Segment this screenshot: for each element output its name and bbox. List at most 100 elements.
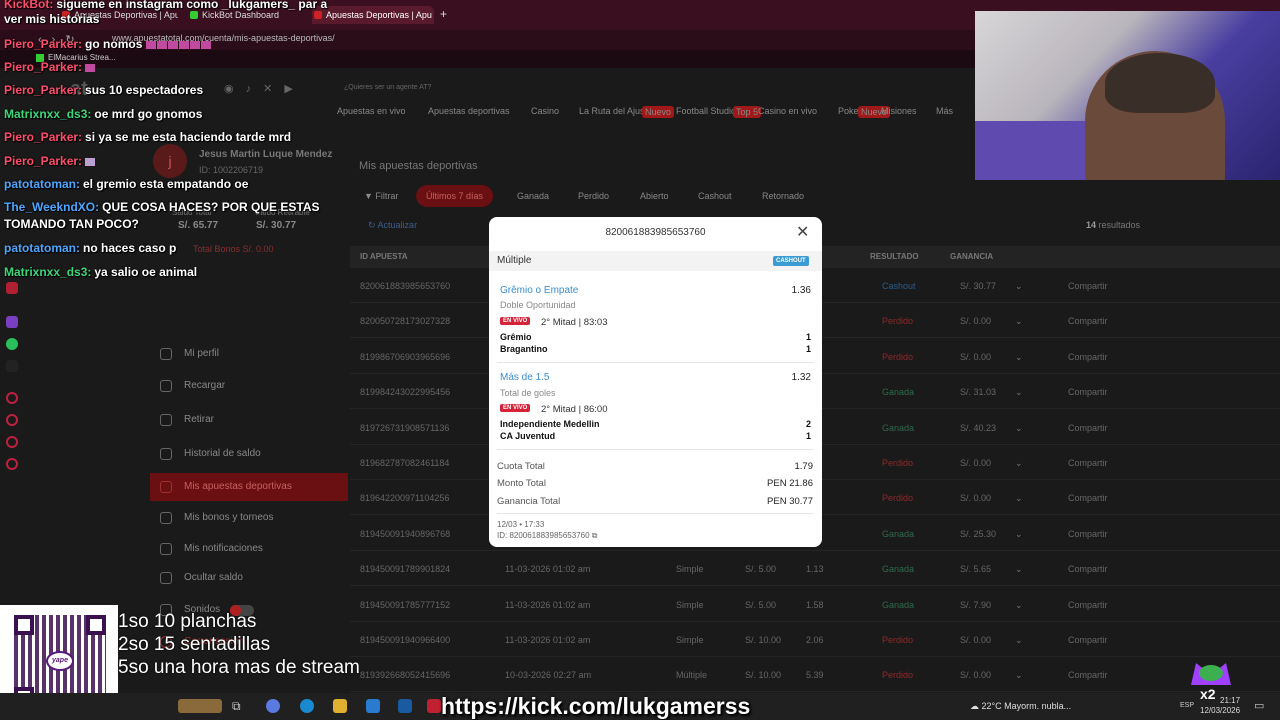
share-button[interactable]: Compartir — [1068, 600, 1108, 610]
filter-returned[interactable]: Retornado — [752, 185, 814, 207]
chat-icon[interactable] — [6, 436, 18, 448]
filter-won[interactable]: Ganada — [507, 185, 559, 207]
ticket-icon — [160, 481, 172, 493]
twitch-icon[interactable] — [6, 316, 18, 328]
chat-message: Piero_Parker: — [4, 60, 96, 74]
live-time: 2° Mitad | 86:00 — [541, 404, 608, 415]
table-row[interactable]: 819392668052415696 10-03-2026 02:27 am Múl… — [350, 657, 1280, 693]
chat-message: Piero_Parker: — [4, 154, 96, 168]
bet-amount: S/. 5.00 — [745, 564, 777, 575]
share-button[interactable]: Compartir — [1068, 387, 1108, 397]
chevron-down-icon[interactable]: ⌄ — [1015, 316, 1023, 327]
file-explorer-icon[interactable] — [333, 699, 347, 713]
share-button[interactable]: Compartir — [1068, 458, 1108, 468]
chevron-down-icon[interactable]: ⌄ — [1015, 529, 1023, 540]
bet-type: Múltiple — [497, 255, 532, 266]
x-icon[interactable] — [6, 360, 18, 372]
app-icon[interactable] — [6, 282, 18, 294]
bet-result: Ganada — [882, 564, 915, 575]
bet-gain: S/. 40.23 — [960, 422, 997, 433]
selection-market: Grêmio o Empate — [500, 285, 579, 296]
bet-gain: S/. 0.00 — [960, 493, 992, 504]
new-tab-button[interactable]: + — [440, 7, 447, 21]
sidebar-item-profile[interactable]: Mi perfil — [150, 340, 348, 368]
food-thumbnail-icon[interactable] — [178, 699, 222, 713]
table-row[interactable]: 819450091940966400 11-03-2026 01:02 am Sim… — [350, 622, 1280, 657]
share-button[interactable]: Compartir — [1068, 635, 1108, 645]
sidebar-item-balance-history[interactable]: Historial de saldo — [150, 440, 348, 468]
bet-type: Simple — [676, 599, 704, 610]
copy-icon[interactable]: ⧉ — [592, 531, 598, 540]
bet-amount: S/. 10.00 — [745, 635, 782, 645]
whatsapp-icon[interactable] — [6, 338, 18, 350]
emote-icon — [85, 63, 96, 72]
chevron-down-icon[interactable]: ⌄ — [1015, 281, 1023, 292]
share-button[interactable]: Compartir — [1068, 529, 1108, 539]
sidebar-item-bonus[interactable]: Mis bonos y torneos — [150, 504, 348, 532]
filter-cashout[interactable]: Cashout — [688, 185, 742, 207]
chat-message: patotatoman: no haces caso p — [4, 241, 177, 255]
team-score: 1 — [805, 344, 811, 354]
sidebar-item-notifications[interactable]: Mis notificaciones — [150, 535, 348, 563]
live-badge: EN VIVO — [500, 404, 531, 412]
chat-message: TOMANDO TAN POCO? — [4, 217, 139, 231]
sidebar-item-recharge[interactable]: Recargar — [150, 372, 348, 400]
chevron-down-icon[interactable]: ⌄ — [1015, 423, 1023, 434]
nav-item[interactable]: Apuestas deportivas — [428, 106, 510, 116]
bet-gain: S/. 31.03 — [960, 387, 997, 398]
share-button[interactable]: Compartir — [1068, 670, 1108, 680]
sidebar-item-withdraw[interactable]: Retirar — [150, 406, 348, 434]
filter-button[interactable]: ▼ Filtrar — [354, 185, 408, 207]
bet-date: 11-03-2026 01:02 am — [505, 564, 591, 575]
stream-challenges: 1so 10 planchas 2so 15 sentadillas 5so u… — [118, 610, 360, 679]
bet-id: 820050728173027328 — [360, 316, 451, 327]
store-icon[interactable] — [366, 699, 380, 713]
chevron-down-icon[interactable]: ⌄ — [1015, 600, 1023, 611]
sidebar-item-hide-balance[interactable]: Ocultar saldo — [150, 564, 348, 592]
weather-widget[interactable]: ☁ 22°C Mayorm. nubla... — [970, 701, 1071, 712]
nav-item[interactable]: Casino — [531, 106, 559, 116]
chevron-down-icon[interactable]: ⌄ — [1015, 458, 1023, 469]
filter-last-7-days[interactable]: Últimos 7 días — [416, 185, 494, 207]
table-row[interactable]: 819450091789901824 11-03-2026 01:02 am Sim… — [350, 551, 1280, 587]
share-button[interactable]: Compartir — [1068, 493, 1108, 503]
chevron-down-icon[interactable]: ⌄ — [1015, 564, 1023, 575]
selection-submarket: Doble Oportunidad — [500, 300, 576, 310]
nav-item[interactable]: Más — [936, 106, 953, 116]
chat-message: patotatoman: el gremio esta empatando oe — [4, 177, 249, 191]
chat-message: Piero_Parker: sus 10 espectadores — [4, 83, 204, 97]
bet-id: 819450091940966400 — [360, 635, 451, 645]
nav-item[interactable]: Misiones — [881, 106, 917, 116]
nav-item[interactable]: Casino en vivo — [758, 106, 817, 116]
refresh-button[interactable]: ↻ Actualizar — [368, 220, 417, 231]
nav-item[interactable]: Football Studio — [676, 106, 736, 116]
mail-icon[interactable] — [398, 699, 412, 713]
play-icon[interactable] — [6, 392, 18, 404]
language-indicator[interactable]: ESP — [1180, 702, 1194, 709]
chevron-down-icon[interactable]: ⌄ — [1015, 352, 1023, 363]
notification-icon[interactable]: ▭ — [1254, 699, 1268, 713]
bet-result: Perdido — [882, 493, 914, 504]
settings-icon[interactable] — [6, 458, 18, 470]
share-button[interactable]: Compartir — [1068, 564, 1108, 574]
task-view-icon[interactable]: ⧉ — [232, 699, 246, 713]
chevron-down-icon[interactable]: ⌄ — [1015, 493, 1023, 504]
table-row[interactable]: 819450091785777152 11-03-2026 01:02 am Sim… — [350, 587, 1280, 622]
sidebar-item-my-bets[interactable]: Mis apuestas deportivas — [150, 473, 348, 501]
filter-open[interactable]: Abierto — [630, 185, 679, 207]
share-button[interactable]: Compartir — [1068, 281, 1108, 291]
share-button[interactable]: Compartir — [1068, 316, 1108, 326]
copilot-icon[interactable] — [266, 699, 280, 713]
bet-footer-id[interactable]: ID: 820061883985653760 ⧉ — [497, 531, 597, 541]
qr-corner — [86, 615, 106, 635]
chevron-down-icon[interactable]: ⌄ — [1015, 387, 1023, 398]
clock-icon[interactable] — [6, 414, 18, 426]
chevron-down-icon[interactable]: ⌄ — [1015, 635, 1023, 646]
close-icon[interactable]: ✕ — [796, 223, 809, 243]
share-button[interactable]: Compartir — [1068, 352, 1108, 362]
browser-icon[interactable] — [427, 699, 441, 713]
filter-lost[interactable]: Perdido — [568, 185, 619, 207]
share-button[interactable]: Compartir — [1068, 423, 1108, 433]
chevron-down-icon[interactable]: ⌄ — [1015, 670, 1023, 681]
edge-icon[interactable] — [300, 699, 314, 713]
